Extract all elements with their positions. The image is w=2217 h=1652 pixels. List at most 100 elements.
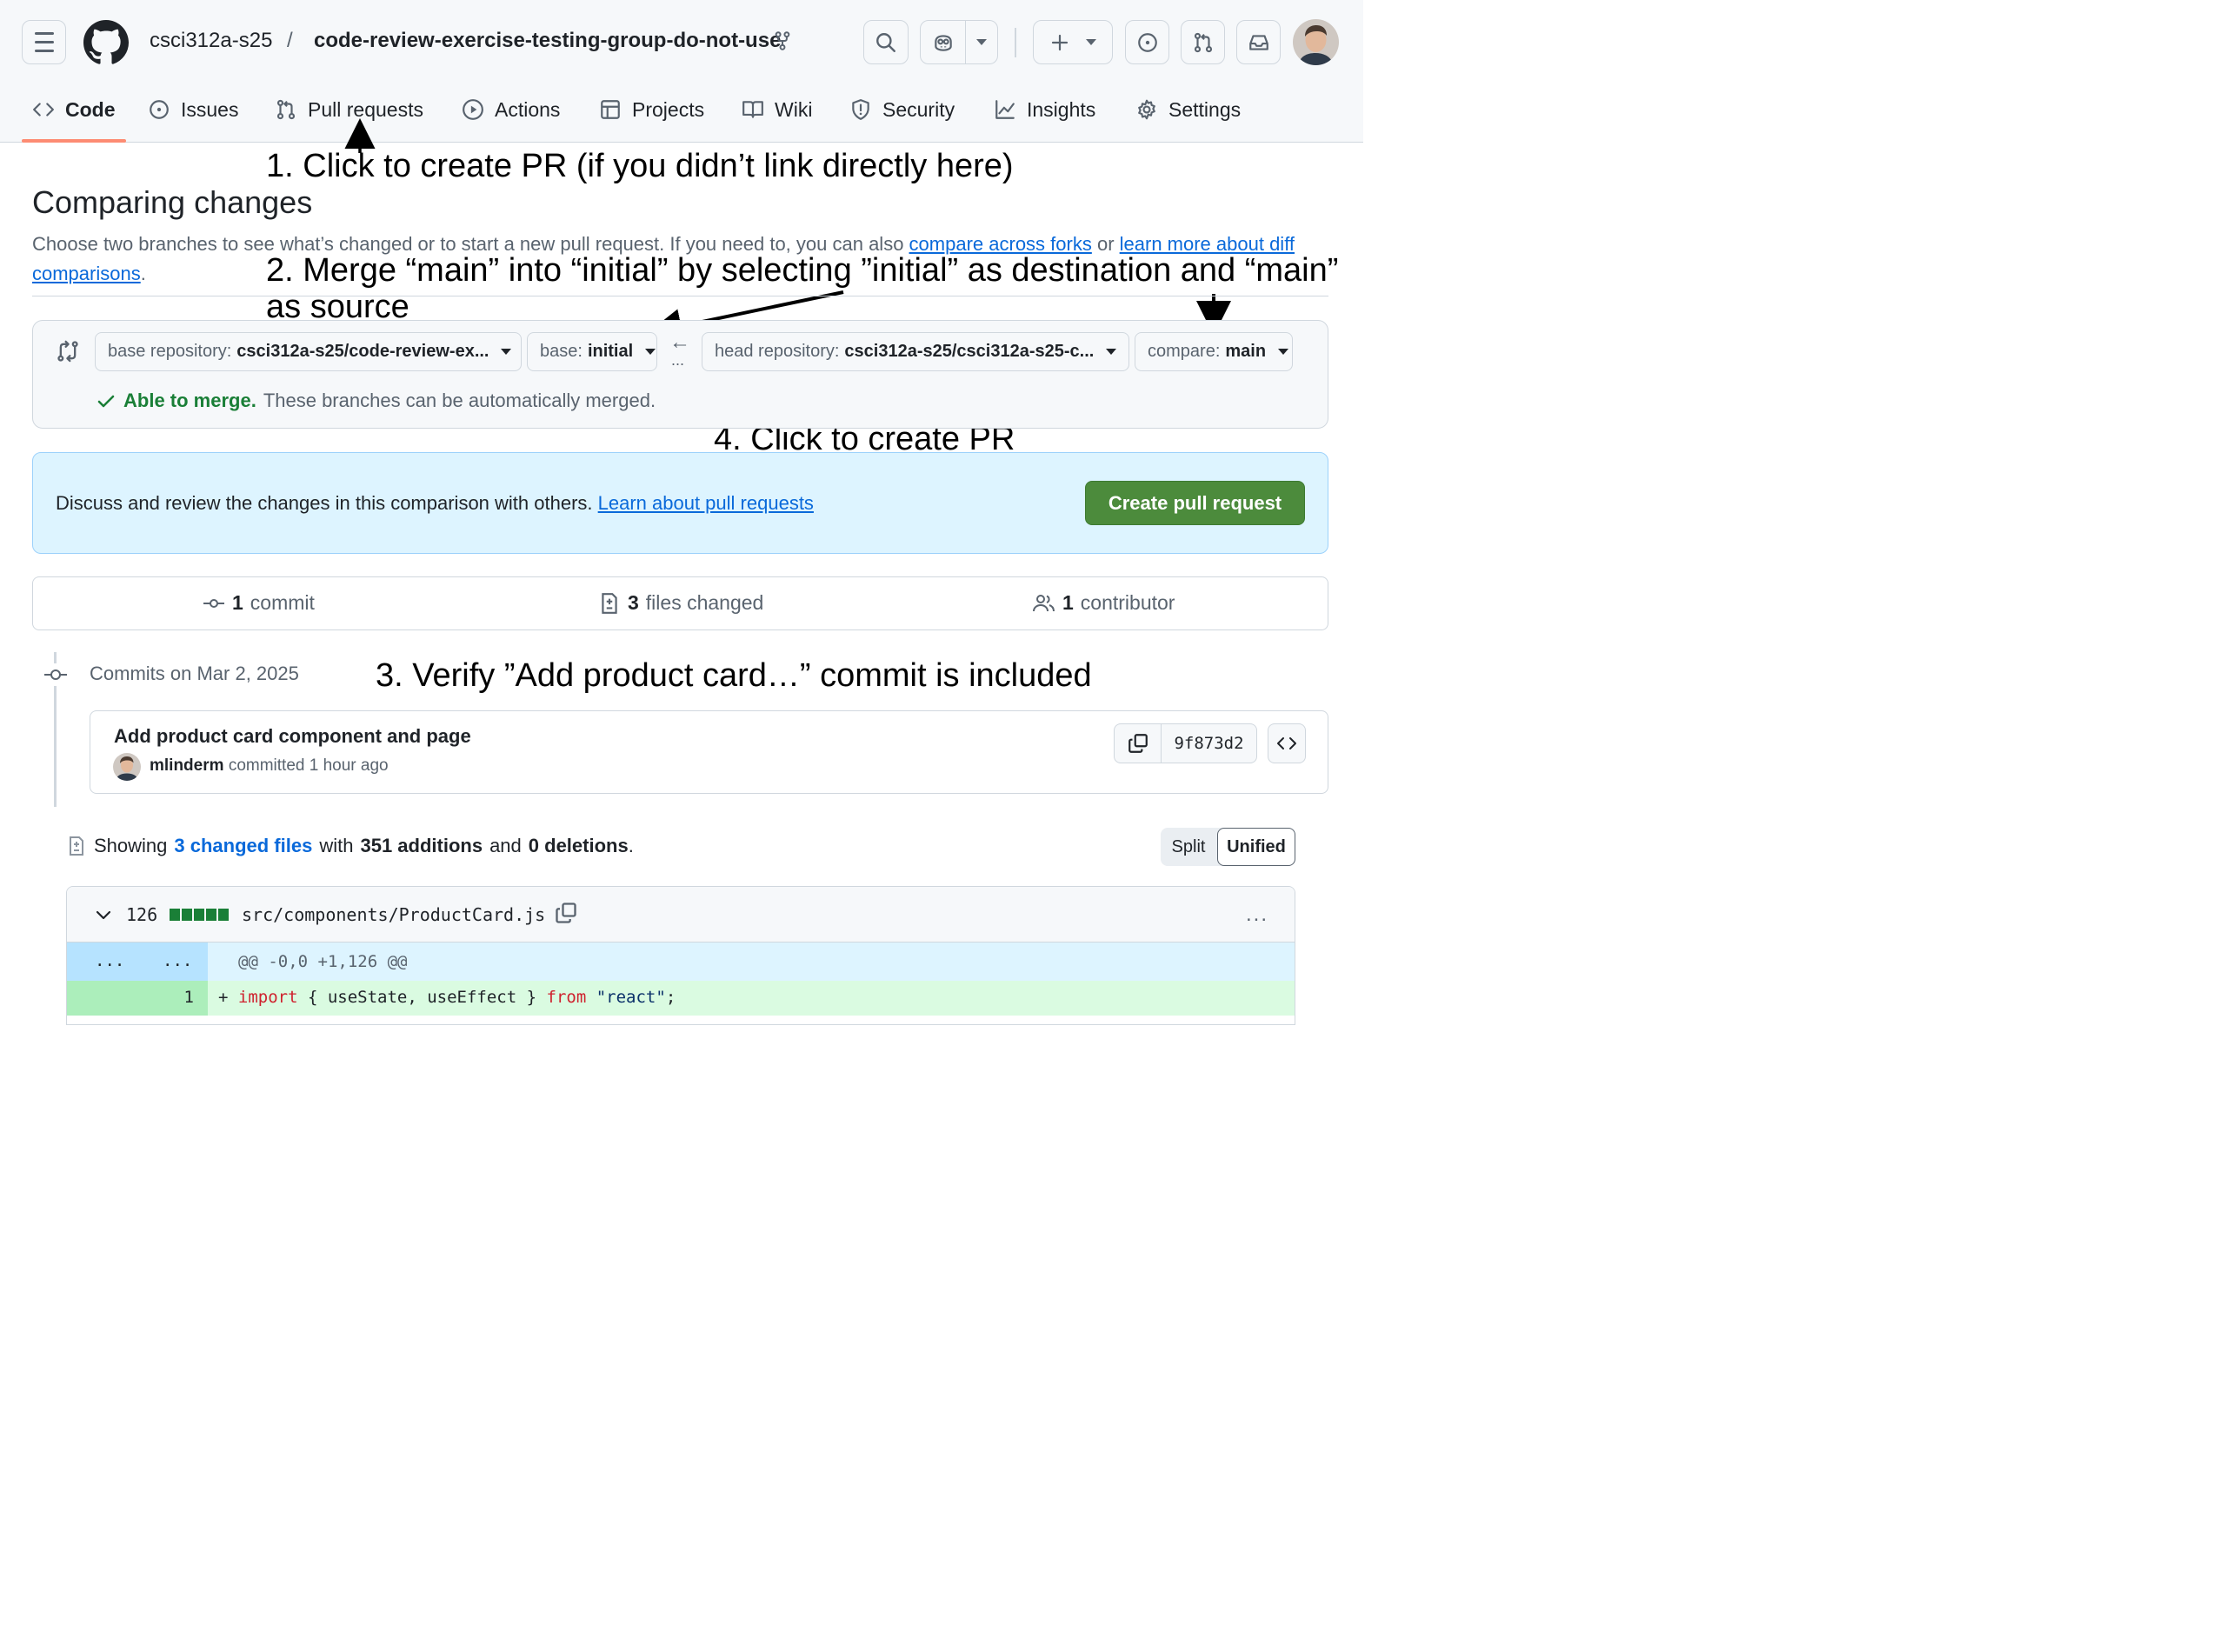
copilot-icon <box>934 34 952 51</box>
gear-icon <box>1138 99 1155 120</box>
tab-issues[interactable]: Issues <box>148 90 238 129</box>
chevron-down-icon[interactable] <box>95 906 112 923</box>
github-logo-icon[interactable] <box>83 20 129 65</box>
learn-pull-requests-link[interactable]: Learn about pull requests <box>598 492 814 514</box>
breadcrumb-repo[interactable]: code-review-exercise-testing-group-do-no… <box>314 29 781 53</box>
tab-pull-requests[interactable]: Pull requests <box>275 90 423 129</box>
commit-icon <box>203 598 224 608</box>
browse-repo-at-commit-button[interactable] <box>1268 723 1306 763</box>
search-button[interactable] <box>863 20 909 64</box>
shield-icon <box>852 99 869 120</box>
create-pull-request-button[interactable]: Create pull request <box>1085 481 1305 525</box>
tab-label: Security <box>882 97 955 121</box>
chevron-down-icon <box>1106 349 1117 355</box>
user-avatar[interactable] <box>1293 19 1339 65</box>
check-icon <box>97 395 115 408</box>
split-view-button[interactable]: Split <box>1161 837 1216 857</box>
file-diff: 126 src/components/ProductCard.js ... ..… <box>66 886 1295 1025</box>
chevron-down-icon <box>501 349 512 355</box>
file-diff-icon <box>70 836 83 856</box>
header-divider <box>1015 28 1016 57</box>
commit-sha-group: 9f873d2 <box>1114 723 1257 763</box>
file-diff-icon <box>602 592 617 614</box>
table-icon <box>601 100 620 119</box>
repo-nav: Code Issues Pull requests Actions Projec… <box>0 90 1363 143</box>
file-path-link[interactable]: src/components/ProductCard.js <box>242 904 545 925</box>
graph-icon <box>995 100 1015 119</box>
issue-icon <box>150 100 169 119</box>
code-icon <box>33 103 54 117</box>
commit-sha-link[interactable]: 9f873d2 <box>1162 724 1256 763</box>
page-title: Comparing changes <box>32 184 313 220</box>
copy-icon <box>1128 734 1148 753</box>
copy-icon[interactable] <box>554 901 578 925</box>
chevron-down-icon <box>1278 349 1289 355</box>
breadcrumb-owner[interactable]: csci312a-s25 <box>150 29 272 53</box>
global-header: csci312a-s25 / code-review-exercise-test… <box>0 0 1363 143</box>
merge-status-text: These branches can be automatically merg… <box>263 390 656 411</box>
chevron-down-icon <box>645 349 656 355</box>
base-branch-select[interactable]: base: initial <box>527 332 657 371</box>
file-change-count: 126 <box>126 904 158 925</box>
copilot-button[interactable] <box>920 20 998 64</box>
inbox-button[interactable] <box>1236 20 1281 64</box>
files-changed-stat[interactable]: 3 files changed <box>598 591 763 615</box>
unified-view-button[interactable]: Unified <box>1217 828 1295 866</box>
fork-icon <box>775 31 790 50</box>
pull-request-icon <box>1194 32 1212 52</box>
active-tab-underline <box>22 139 126 143</box>
tab-actions[interactable]: Actions <box>462 90 560 129</box>
base-repository-select[interactable]: base repository: csci312a-s25/code-review… <box>95 332 522 371</box>
file-options-button[interactable]: ... <box>1246 903 1268 927</box>
tab-code[interactable]: Code <box>32 90 116 129</box>
expand-hunk-gutter[interactable]: ... ... <box>67 943 208 981</box>
tab-label: Actions <box>495 97 561 121</box>
commits-date-heading: Commits on Mar 2, 2025 <box>90 663 299 684</box>
commit-meta: mlinderm committed 1 hour ago <box>150 756 389 775</box>
diff-summary: Showing 3 changed files with 351 additio… <box>66 835 634 857</box>
merge-status-bold: Able to merge. <box>123 390 256 411</box>
tab-label: Issues <box>181 97 239 121</box>
commit-author-avatar[interactable] <box>113 753 141 781</box>
issue-icon <box>1137 32 1157 52</box>
pull-request-icon <box>276 99 296 120</box>
annotation-step1: 1. Click to create PR (if you didn’t lin… <box>266 148 1014 184</box>
line-number[interactable]: 1 <box>67 981 208 1016</box>
tab-settings[interactable]: Settings <box>1135 90 1241 129</box>
pull-requests-button[interactable] <box>1181 20 1225 64</box>
play-icon <box>463 99 483 120</box>
chevron-down-icon <box>976 39 987 45</box>
commit-author[interactable]: mlinderm <box>150 756 224 775</box>
tab-label: Pull requests <box>308 97 423 121</box>
commits-stat[interactable]: 1 commit <box>203 591 315 615</box>
tab-label: Wiki <box>775 97 813 121</box>
compare-branch-select[interactable]: compare: main <box>1135 332 1293 371</box>
tab-security[interactable]: Security <box>849 90 955 129</box>
tab-label: Insights <box>1027 97 1096 121</box>
hunk-header: @@ -0,0 +1,126 @@ <box>238 952 408 971</box>
tab-insights[interactable]: Insights <box>994 90 1095 129</box>
head-repository-select[interactable]: head repository: csci312a-s25/csci312a-s2… <box>702 332 1129 371</box>
compare-dots: ... <box>671 351 685 369</box>
tab-wiki[interactable]: Wiki <box>742 90 812 129</box>
tab-label: Settings <box>1168 97 1242 121</box>
code-icon <box>1277 737 1296 749</box>
menu-button[interactable] <box>22 20 66 64</box>
tab-label: Projects <box>632 97 705 121</box>
changed-files-link[interactable]: 3 changed files <box>174 835 312 857</box>
copy-sha-button[interactable] <box>1115 724 1162 763</box>
compare-forks-link[interactable]: compare across forks <box>909 233 1092 255</box>
commit-title-link[interactable]: Add product card component and page <box>114 725 471 748</box>
plus-icon <box>1051 34 1069 50</box>
file-header: 126 src/components/ProductCard.js ... <box>67 887 1295 943</box>
people-icon <box>1033 594 1055 611</box>
contributors-stat[interactable]: 1 contributor <box>1033 591 1175 615</box>
compare-switch-icon[interactable] <box>56 339 80 363</box>
create-new-button[interactable] <box>1033 20 1113 64</box>
page-description: Choose two branches to see what’s change… <box>32 233 1295 284</box>
inbox-icon <box>1248 34 1268 50</box>
tab-projects[interactable]: Projects <box>599 90 704 129</box>
tab-label: Code <box>65 97 116 121</box>
issues-button[interactable] <box>1125 20 1169 64</box>
diff-line-added: 1 + import { useState, useEffect } from … <box>67 981 1295 1016</box>
